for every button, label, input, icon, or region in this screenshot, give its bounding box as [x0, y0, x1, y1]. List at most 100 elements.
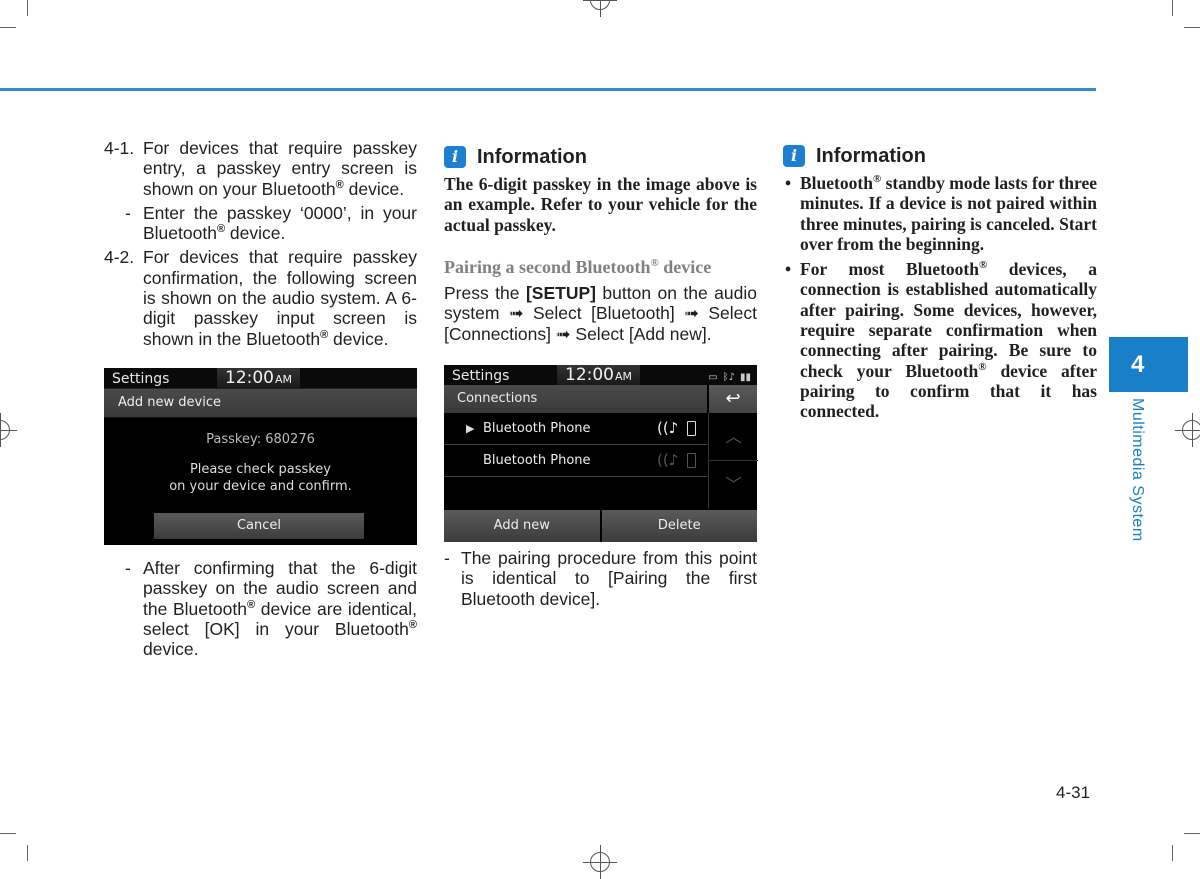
- sub-step-text: device.: [225, 223, 286, 244]
- sub-note: - The pairing procedure from this point …: [444, 548, 757, 609]
- sub-step-text: device.: [143, 639, 199, 660]
- step-text: device.: [328, 328, 389, 349]
- info-bullet: • Bluetooth® standby mode lasts for thre…: [783, 173, 1097, 254]
- scroll-down-button[interactable]: ﹀: [709, 461, 758, 508]
- sub-step: - After confirming that the 6-digit pass…: [104, 558, 417, 659]
- bullet-text: Bluetooth: [800, 173, 873, 193]
- connections-screenshot: Settings 12:00AM ▭ ᛒ♪ ▮▮ Connections ↩ ▶…: [444, 365, 758, 543]
- registration-mark: [583, 0, 617, 17]
- message-line: on your device and confirm.: [169, 478, 352, 494]
- section-heading: Pairing a second Bluetooth® device: [444, 257, 757, 277]
- dash: -: [125, 202, 131, 223]
- passkey-text: Passkey: 680276: [206, 431, 315, 447]
- screen-status-bar: Settings 12:00AM ▭ ᛒ♪ ▮▮: [444, 365, 757, 386]
- step-text: device.: [343, 178, 405, 199]
- dash: -: [444, 548, 450, 569]
- delete-button[interactable]: Delete: [601, 510, 757, 543]
- bullet-text: For most Bluetooth: [800, 259, 979, 280]
- info-heading: i Information: [783, 145, 1097, 167]
- clock-time: 12:00: [225, 367, 274, 388]
- info-heading: i Information: [444, 146, 757, 168]
- column-2: i Information The 6-digit passkey in the…: [444, 146, 758, 613]
- device-name: Bluetooth Phone: [483, 453, 591, 469]
- selected-arrow-icon: ▶: [466, 422, 475, 436]
- step-number: 4-1.: [104, 138, 135, 158]
- registered-mark: ®: [978, 360, 987, 373]
- step-number: 4-2.: [104, 247, 135, 268]
- info-icon: i: [783, 145, 805, 167]
- crop-mark: [27, 845, 28, 861]
- crop-mark: [1184, 833, 1200, 834]
- registration-mark: [583, 845, 617, 879]
- info-icon: i: [444, 146, 466, 168]
- registered-mark: ®: [335, 178, 344, 191]
- sub-note-text: The pairing procedure from this point is…: [461, 548, 757, 609]
- chapter-title: Multimedia System: [1129, 398, 1146, 542]
- section-title: device: [658, 256, 712, 277]
- step-4-1: 4-1. For devices that require passkey en…: [104, 138, 417, 199]
- chapter-tab: 4: [1109, 337, 1188, 392]
- screen-status-bar: Settings 12:00AM: [104, 367, 417, 388]
- info-title: Information: [816, 144, 926, 167]
- scroll-column: ︿ ﹀: [708, 413, 758, 510]
- screen-clock: 12:00AM: [557, 365, 641, 386]
- clock-ampm: AM: [275, 372, 293, 386]
- bluetooth-audio-icon: ((♪: [657, 419, 679, 438]
- column-3: i Information • Bluetooth® standby mode …: [783, 145, 1097, 427]
- crop-mark: [1172, 0, 1173, 16]
- screen-header-bar: Add new device: [104, 387, 417, 418]
- setup-button-label: [SETUP]: [525, 283, 596, 304]
- clock-ampm: AM: [615, 370, 633, 384]
- confirm-message: Please check passkey on your device and …: [104, 461, 417, 495]
- phone-icon: [687, 421, 696, 437]
- passkey-confirm-screenshot: Settings 12:00AM Add new device Passkey:…: [104, 367, 417, 545]
- crop-mark: [1172, 845, 1173, 861]
- screen-title: Settings: [112, 370, 170, 387]
- bluetooth-audio-icon: ((♪: [657, 451, 679, 470]
- bullet-icon: •: [785, 259, 792, 280]
- device-row[interactable]: ▶ Bluetooth Phone ((♪: [444, 413, 707, 446]
- info-title: Information: [477, 145, 587, 168]
- registered-mark: ®: [978, 259, 988, 272]
- registered-mark: ®: [650, 256, 659, 269]
- connections-header: Connections: [444, 385, 707, 414]
- message-line: Please check passkey: [189, 461, 332, 477]
- back-button[interactable]: ↩: [709, 385, 757, 414]
- dash: -: [125, 557, 131, 578]
- clock-time: 12:00: [565, 365, 614, 386]
- chevron-up-icon: ︿: [725, 427, 742, 447]
- sub-step: - Enter the passkey ‘0000’, in your Blue…: [104, 203, 417, 244]
- header-rule: [0, 88, 1096, 91]
- registered-mark: ®: [216, 223, 226, 236]
- registered-mark: ®: [408, 618, 417, 631]
- add-new-button[interactable]: Add new: [444, 510, 600, 543]
- column-1: 4-1. For devices that require passkey en…: [104, 138, 417, 663]
- crop-mark: [27, 0, 28, 16]
- registered-mark: ®: [246, 598, 256, 611]
- para-text: Press the: [444, 283, 526, 304]
- crop-mark: [0, 27, 16, 28]
- crop-mark: [0, 833, 16, 834]
- screen-title: Settings: [452, 368, 510, 385]
- instruction-paragraph: Press the [SETUP] button on the audio sy…: [444, 283, 757, 344]
- info-text: The 6-digit passkey in the image above i…: [444, 174, 757, 235]
- screen-clock: 12:00AM: [217, 367, 301, 388]
- registered-mark: ®: [872, 173, 882, 185]
- action-buttons: Add new Delete: [444, 510, 757, 543]
- bullet-icon: •: [785, 173, 792, 193]
- cancel-button[interactable]: Cancel: [154, 512, 364, 539]
- scroll-up-button[interactable]: ︿: [709, 413, 758, 462]
- registration-mark: [1175, 413, 1200, 447]
- registered-mark: ®: [320, 328, 329, 341]
- info-bullet: • For most Bluetooth® devices, a connect…: [783, 259, 1097, 421]
- step-4-2: 4-2. For devices that require passkey co…: [104, 247, 417, 348]
- chevron-down-icon: ﹀: [725, 475, 742, 495]
- back-icon: ↩: [725, 388, 741, 410]
- crop-mark: [1184, 27, 1200, 28]
- device-name: Bluetooth Phone: [483, 421, 591, 437]
- page-number: 4-31: [1056, 783, 1091, 802]
- section-title: Pairing a second Bluetooth: [444, 256, 651, 277]
- device-row[interactable]: Bluetooth Phone ((♪: [444, 445, 707, 478]
- registration-mark: [0, 413, 17, 447]
- phone-icon: [687, 453, 696, 469]
